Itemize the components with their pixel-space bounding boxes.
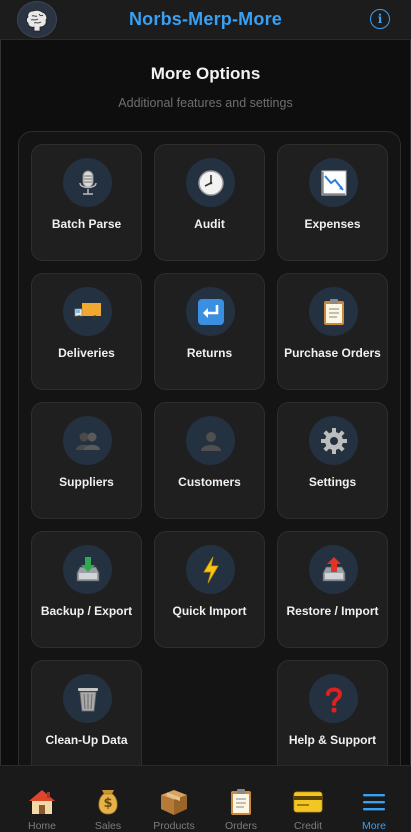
tile-label: Returns	[186, 346, 233, 360]
tile-label: Restore / Import	[286, 604, 379, 618]
money-bag-icon: $	[93, 788, 123, 816]
tile-purchase-orders[interactable]: Purchase Orders	[277, 273, 388, 390]
tile-batch-parse[interactable]: Batch Parse	[31, 144, 142, 261]
info-icon: i	[377, 12, 383, 26]
tile-label: Audit	[194, 217, 225, 231]
inbox-download-icon	[63, 545, 112, 594]
clipboard-icon	[309, 287, 358, 336]
nav-label: Sales	[94, 820, 122, 832]
gear-icon	[309, 416, 358, 465]
options-grid: Batch Parse Audit Expenses Deliveries Re…	[18, 131, 401, 791]
tile-clean-up-data[interactable]: Clean-Up Data	[31, 660, 142, 777]
tile-label: Settings	[308, 475, 357, 489]
delivery-truck-icon	[63, 287, 112, 336]
tile-label: Clean-Up Data	[45, 733, 128, 747]
nav-label: Orders	[224, 820, 258, 832]
bottom-nav: Home $ Sales Products Orders Credit More	[0, 765, 411, 832]
outbox-upload-icon	[309, 545, 358, 594]
page-title: More Options	[150, 64, 261, 83]
nav-item-credit[interactable]: Credit	[275, 766, 341, 832]
app-title: Norbs-Merp-More	[128, 9, 282, 29]
microphone-icon	[63, 158, 112, 207]
tile-label: Deliveries	[58, 346, 115, 360]
nav-label: More	[362, 820, 386, 832]
house-icon	[27, 788, 57, 816]
tile-suppliers[interactable]: Suppliers	[31, 402, 142, 519]
tile-help-support[interactable]: Help & Support	[277, 660, 388, 777]
clipboard-icon	[226, 788, 256, 816]
page-subtitle: Additional features and settings	[118, 96, 293, 110]
wastebasket-icon	[63, 674, 112, 723]
tile-label: Quick Import	[172, 604, 247, 618]
chart-decreasing-icon	[309, 158, 358, 207]
nav-item-orders[interactable]: Orders	[208, 766, 274, 832]
tile-label: Backup / Export	[40, 604, 133, 618]
app-header: Norbs-Merp-More i	[0, 0, 411, 40]
nav-item-products[interactable]: Products	[141, 766, 207, 832]
tile-label: Help & Support	[288, 733, 377, 747]
tile-quick-import[interactable]: Quick Import	[154, 531, 265, 648]
credit-card-icon	[293, 788, 323, 816]
tile-label: Batch Parse	[51, 217, 122, 231]
tile-label: Purchase Orders	[284, 346, 381, 360]
brain-logo-icon[interactable]	[17, 1, 57, 38]
tile-expenses[interactable]: Expenses	[277, 144, 388, 261]
tile-deliveries[interactable]: Deliveries	[31, 273, 142, 390]
tile-backup-export[interactable]: Backup / Export	[31, 531, 142, 648]
clock-icon	[186, 158, 235, 207]
more-options-page: More Options Additional features and set…	[0, 40, 411, 791]
tile-restore-import[interactable]: Restore / Import	[277, 531, 388, 648]
nav-label: Home	[27, 820, 56, 832]
nav-item-home[interactable]: Home	[9, 766, 75, 832]
tile-label: Customers	[178, 475, 241, 489]
lightning-icon	[186, 545, 235, 594]
nav-item-sales[interactable]: $ Sales	[75, 766, 141, 832]
tile-audit[interactable]: Audit	[154, 144, 265, 261]
package-icon	[159, 788, 189, 816]
tile-label: Suppliers	[59, 475, 114, 489]
nav-label: Credit	[293, 820, 322, 832]
person-icon	[186, 416, 235, 465]
nav-item-more[interactable]: More	[341, 766, 407, 832]
nav-label: Products	[153, 820, 195, 832]
people-icon	[63, 416, 112, 465]
question-mark-icon	[309, 674, 358, 723]
tile-settings[interactable]: Settings	[277, 402, 388, 519]
tile-label: Expenses	[304, 217, 361, 231]
return-arrow-icon	[186, 287, 235, 336]
menu-icon	[359, 788, 389, 816]
dollar-icon: $	[103, 796, 113, 811]
tile-returns[interactable]: Returns	[154, 273, 265, 390]
info-button[interactable]: i	[370, 9, 390, 29]
tile-customers[interactable]: Customers	[154, 402, 265, 519]
